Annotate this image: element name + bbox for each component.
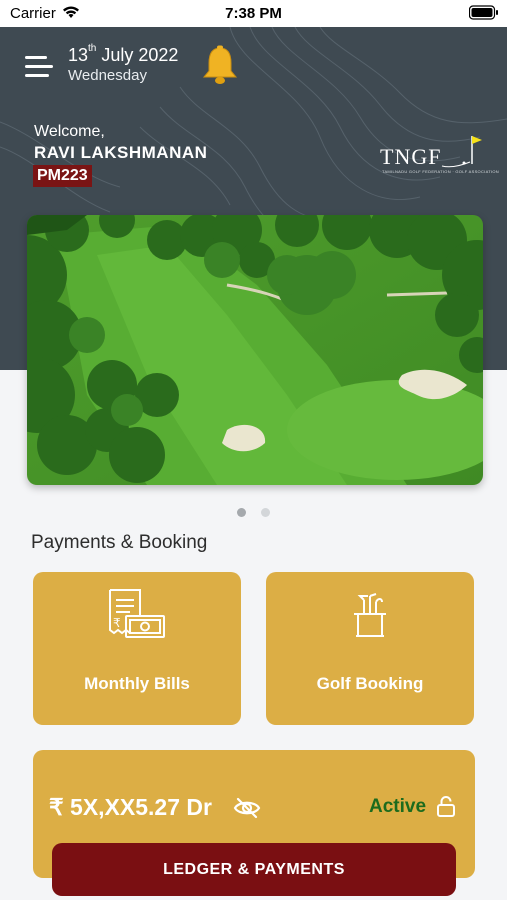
lock-icon: [437, 796, 455, 817]
monthly-bills-tile[interactable]: ₹ Monthly Bills: [33, 572, 241, 725]
club-logo: TNGF TAMILNADU GOLF FEDERATION · GOLF AS…: [378, 130, 499, 175]
golf-flag-icon: [441, 136, 482, 168]
monthly-bills-label: Monthly Bills: [84, 674, 190, 693]
carousel-indicator: [0, 504, 507, 522]
notification-bell-icon[interactable]: [200, 45, 240, 87]
hamburger-menu-icon[interactable]: [25, 56, 53, 78]
current-weekday: Wednesday: [68, 67, 147, 84]
status-bar: Carrier 7:38 PM: [0, 0, 507, 27]
current-date: 13th July 2022: [68, 43, 179, 65]
account-status: Active: [369, 796, 427, 817]
logo-subtext: TAMILNADU GOLF FEDERATION · GOLF ASSOCIA…: [382, 169, 499, 174]
account-balance: ₹ 5X,XX5.27 Dr: [49, 794, 212, 820]
user-name: RAVI LAKSHMANAN: [34, 143, 208, 162]
member-id-badge: PM223: [33, 165, 92, 187]
bill-receipt-icon: ₹: [109, 589, 165, 638]
welcome-text: Welcome,: [34, 123, 105, 140]
ledger-payments-button[interactable]: LEDGER & PAYMENTS: [52, 843, 456, 896]
logo-text: TNGF: [380, 144, 442, 169]
section-title: Payments & Booking: [31, 532, 208, 553]
eye-off-icon[interactable]: [233, 796, 261, 820]
clock: 7:38 PM: [225, 5, 282, 22]
golf-booking-label: Golf Booking: [316, 674, 424, 693]
carousel-dot-2[interactable]: [260, 508, 270, 517]
golf-bag-icon: [354, 593, 386, 637]
battery-icon: [469, 5, 498, 20]
golf-booking-tile[interactable]: Golf Booking: [266, 572, 474, 725]
carousel-dot-1[interactable]: [237, 508, 247, 517]
svg-text:₹: ₹: [113, 616, 121, 630]
golf-course-banner-image[interactable]: [27, 215, 483, 485]
